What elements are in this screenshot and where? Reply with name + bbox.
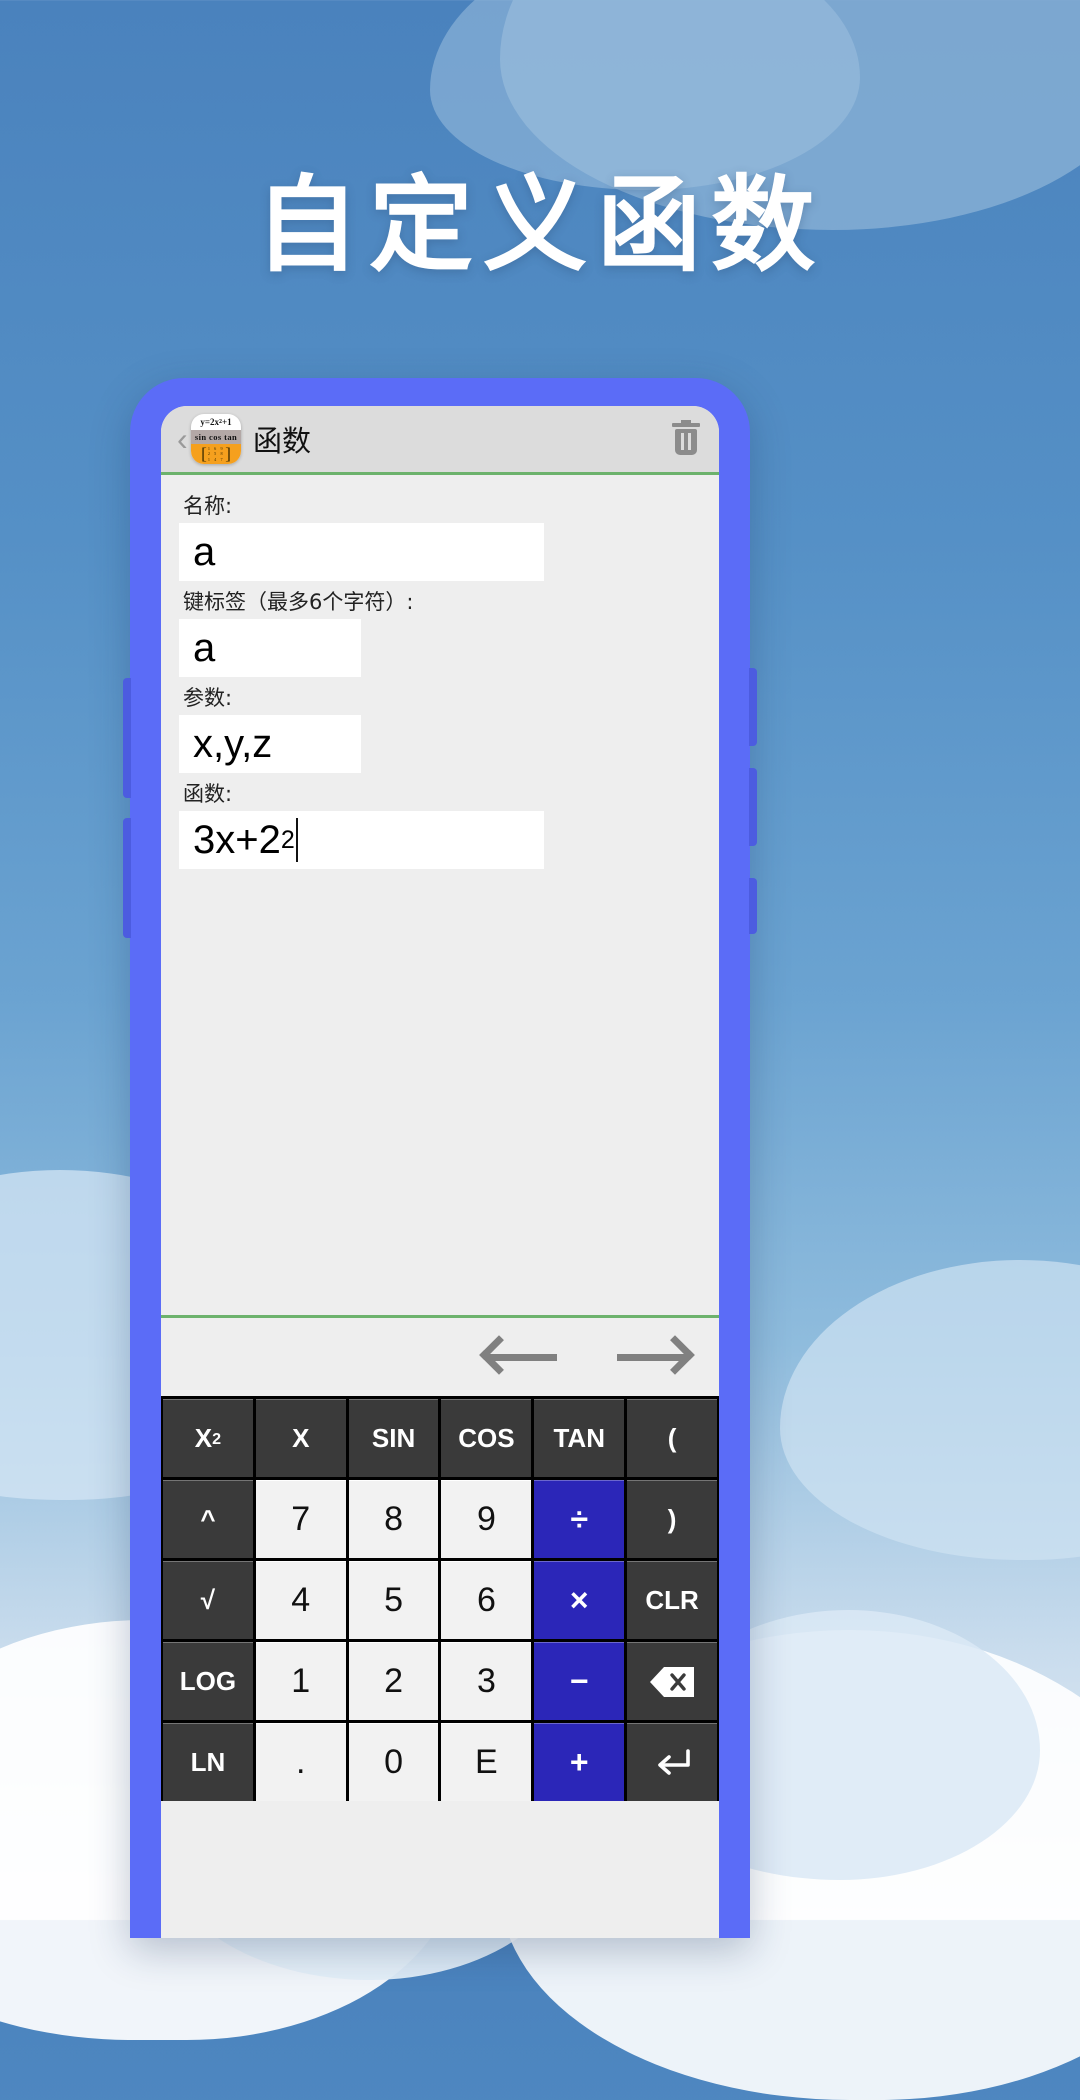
app-bar: ‹ y=2x 2 +1 sin cos tan [ 1 6 9 2 5 8 1 4 … (161, 406, 719, 472)
key-0[interactable]: 0 (348, 1723, 439, 1801)
key-3[interactable]: 3 (441, 1642, 532, 1720)
key-e[interactable]: E (441, 1723, 532, 1801)
function-expression-base: 3x+2 (193, 817, 281, 862)
keypad-row: ^ 7 8 9 ÷) (161, 1480, 719, 1558)
function-field-label: 函数: (183, 782, 233, 806)
arrow-head (655, 1335, 695, 1375)
cloud-decoration-mid-right (780, 1260, 1080, 1560)
app-icon-trig: sin cos tan (191, 430, 241, 444)
key-8[interactable]: 8 (348, 1480, 439, 1558)
page-title: 函数 (253, 424, 312, 458)
key-9[interactable]: 9 (441, 1480, 532, 1558)
phone-volume-down-button (749, 768, 757, 846)
key-4[interactable]: 4 (255, 1561, 346, 1639)
promo-headline: 自定义函数 (254, 164, 825, 286)
calculator-keypad: X 2 X SIN COS TAN(^ 7 8 9 ÷) √ 4 5 6 × CLR LOG 1 2 3− LN. 0 E + (161, 1396, 719, 1801)
parameters-input[interactable]: x,y,z (179, 715, 361, 773)
key--[interactable]: − (534, 1642, 625, 1720)
backspace-glyph (648, 1666, 696, 1698)
phone-screen: ‹ y=2x 2 +1 sin cos tan [ 1 6 9 2 5 8 1 4 … (161, 406, 719, 1938)
key-5[interactable]: 5 (348, 1561, 439, 1639)
key--[interactable]: × (534, 1561, 625, 1639)
app-icon-matrix: [ 1 6 9 2 5 8 1 4 7 ] (191, 444, 241, 464)
phone-side-button-left-upper (123, 678, 131, 798)
key-clr[interactable]: CLR (627, 1561, 717, 1639)
left-arrow-icon[interactable] (479, 1333, 561, 1381)
keypad-row: LOG 1 2 3− (161, 1642, 719, 1720)
keypad-row: X 2 X SIN COS TAN( (161, 1399, 719, 1477)
app-icon: y=2x 2 +1 sin cos tan [ 1 6 9 2 5 8 1 4 7 … (191, 414, 241, 464)
key--[interactable]: √ (163, 1561, 253, 1639)
trash-icon[interactable] (669, 420, 703, 458)
key--[interactable]: . (255, 1723, 346, 1801)
trash-lid (672, 423, 700, 427)
keypad-row: √ 4 5 6 × CLR (161, 1561, 719, 1639)
app-icon-formula-tail: +1 (222, 417, 232, 427)
key-7[interactable]: 7 (255, 1480, 346, 1558)
key-ln[interactable]: LN (163, 1723, 253, 1801)
app-icon-formula: y=2x 2 +1 (191, 414, 241, 430)
phone-mockup: ‹ y=2x 2 +1 sin cos tan [ 1 6 9 2 5 8 1 4 … (123, 378, 757, 1938)
key-x[interactable]: X (255, 1399, 346, 1477)
keypad-row: LN. 0 E + (161, 1723, 719, 1801)
key-label-input[interactable]: a (179, 619, 361, 677)
name-input[interactable]: a (179, 523, 544, 581)
key-2[interactable]: 2 (348, 1642, 439, 1720)
arrow-head (479, 1335, 519, 1375)
enter-icon[interactable] (627, 1723, 717, 1801)
key--[interactable]: ) (627, 1480, 717, 1558)
name-field-label: 名称: (183, 494, 233, 518)
key-x2[interactable]: X2 (163, 1399, 253, 1477)
key-log[interactable]: LOG (163, 1642, 253, 1720)
matrix-bracket-left: [ (201, 444, 207, 464)
cursor-nav-row (161, 1318, 719, 1396)
key-6[interactable]: 6 (441, 1561, 532, 1639)
app-icon-formula-base: y=2x (200, 417, 219, 427)
phone-side-button-left-lower (123, 818, 131, 938)
key--[interactable]: ÷ (534, 1480, 625, 1558)
matrix-bracket-right: ] (225, 444, 231, 464)
enter-glyph (650, 1746, 694, 1780)
parameters-field-label: 参数: (183, 686, 233, 710)
function-editor-form: 名称: a 键标签（最多6个字符）: a 参数: x,y,z 函数: 3x+2 2 (161, 475, 719, 1315)
key-label: X (194, 1423, 213, 1453)
key--[interactable]: ^ (163, 1480, 253, 1558)
text-cursor (295, 818, 299, 862)
key-1[interactable]: 1 (255, 1642, 346, 1720)
phone-volume-up-button (749, 668, 757, 746)
right-arrow-icon[interactable] (613, 1333, 695, 1381)
key-tan[interactable]: TAN (534, 1399, 625, 1477)
key-label-field-label: 键标签（最多6个字符）: (183, 590, 414, 614)
key--[interactable]: ( (627, 1399, 717, 1477)
backspace-icon[interactable] (627, 1642, 717, 1720)
matrix-row: 1 4 7 (207, 456, 225, 462)
trash-body (675, 429, 697, 455)
key--[interactable]: + (534, 1723, 625, 1801)
phone-power-button (749, 878, 757, 934)
key-cos[interactable]: COS (441, 1399, 532, 1477)
function-expression-input[interactable]: 3x+2 2 (179, 811, 544, 869)
key-sin[interactable]: SIN (348, 1399, 439, 1477)
